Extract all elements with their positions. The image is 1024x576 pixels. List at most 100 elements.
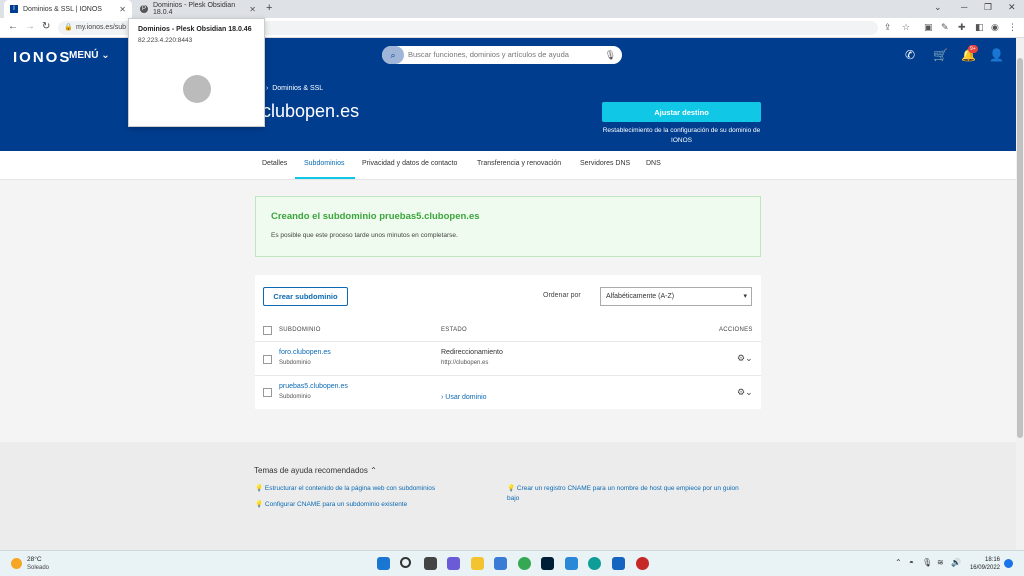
tab-servidores-dns[interactable]: Servidores DNS — [580, 160, 630, 167]
reload-icon[interactable]: ↻ — [42, 21, 50, 32]
close-icon[interactable]: ✕ — [119, 5, 126, 14]
chevron-right-icon: › — [266, 85, 269, 92]
microphone-icon[interactable]: 🎙 — [922, 558, 932, 567]
status-target: http://clubopen.es — [441, 360, 489, 366]
chevron-up-icon[interactable]: ⌃ — [895, 558, 902, 567]
help-link[interactable]: 💡 Crear un registro CNAME para un nombre… — [507, 484, 747, 504]
star-icon[interactable]: ☆ — [902, 22, 910, 33]
tab-privacidad[interactable]: Privacidad y datos de contacto — [362, 160, 457, 167]
clock[interactable]: 18:16 16/09/2022 — [966, 556, 1000, 572]
select-all-checkbox[interactable] — [263, 326, 272, 335]
microphone-icon[interactable]: 🎙 — [605, 46, 616, 64]
usar-dominio-label: Usar dominio — [445, 394, 487, 401]
scrollbar-thumb[interactable] — [1017, 58, 1023, 438]
usar-dominio-link[interactable]: › Usar dominio — [441, 394, 487, 401]
profile-icon[interactable]: ◉ — [991, 22, 999, 33]
subdomain-link[interactable]: pruebas5.clubopen.es — [279, 383, 348, 390]
sort-value: Alfabéticamente (A-Z) — [606, 293, 675, 300]
back-icon[interactable]: ← — [8, 21, 18, 32]
restablecer-link[interactable]: Restablecimiento de la configuración de … — [602, 126, 761, 146]
close-window-icon[interactable]: ✕ — [1008, 2, 1016, 13]
recorder-icon[interactable] — [636, 557, 649, 570]
help-title[interactable]: Temas de ayuda recomendados ⌃ — [254, 466, 377, 475]
subdomain-type: Subdominio — [279, 360, 311, 366]
row-checkbox[interactable] — [263, 355, 272, 364]
tab-dns[interactable]: DNS — [646, 160, 661, 167]
hover-card-address: 82.223.4.220:8443 — [138, 37, 193, 44]
clock-date: 16/09/2022 — [969, 565, 1000, 571]
gear-icon[interactable]: ⚙⌄ — [737, 387, 753, 398]
sidebar-icon[interactable]: ◧ — [975, 22, 984, 33]
tab-ionos[interactable]: I Dominios & SSL | IONOS ✕ — [4, 0, 132, 18]
restore-icon[interactable]: ❐ — [984, 2, 992, 13]
subdomain-link[interactable]: foro.clubopen.es — [279, 349, 331, 356]
store-icon[interactable] — [494, 557, 507, 570]
sun-icon[interactable] — [11, 558, 22, 569]
user-icon[interactable]: 👤 — [989, 48, 1004, 62]
chat-icon[interactable] — [447, 557, 460, 570]
forward-icon[interactable]: → — [25, 21, 35, 32]
help-link[interactable]: 💡 Estructurar el contenido de la página … — [255, 484, 495, 494]
page-title: clubopen.es — [262, 101, 360, 121]
ajustar-destino-button[interactable]: Ajustar destino — [602, 102, 761, 122]
crear-subdominio-button[interactable]: Crear subdominio — [263, 287, 348, 306]
chevron-down-icon: ⌄ — [101, 50, 110, 61]
photoshop-icon[interactable] — [541, 557, 554, 570]
app-icon[interactable] — [612, 557, 625, 570]
breadcrumb-label: Dominios & SSL — [272, 85, 324, 92]
calculator-icon[interactable] — [565, 557, 578, 570]
minimize-icon[interactable]: ─ — [961, 2, 967, 12]
subdomain-type: Subdominio — [279, 394, 311, 400]
notice-title: Creando el subdominio pruebas5.clubopen.… — [271, 211, 480, 222]
search-placeholder: Buscar funciones, dominios y artículos d… — [408, 50, 569, 59]
sort-select[interactable]: Alfabéticamente (A-Z) ▾ — [600, 287, 752, 306]
browser-tab-strip: I Dominios & SSL | IONOS ✕ P Dominios - … — [0, 0, 1024, 18]
volume-icon[interactable]: 🔊 — [951, 558, 961, 567]
success-notice: Creando el subdominio pruebas5.clubopen.… — [255, 196, 761, 257]
file-explorer-icon[interactable] — [471, 557, 484, 570]
menu-button[interactable]: MENÚ ⌄ — [69, 50, 110, 61]
globe-icon — [183, 75, 211, 103]
extension-icon[interactable]: ▣ — [924, 22, 933, 33]
help-title-label: Temas de ayuda recomendados — [254, 466, 368, 475]
more-icon[interactable]: ⋮ — [1008, 22, 1017, 33]
new-tab-icon[interactable]: + — [266, 2, 272, 14]
row-divider — [255, 341, 761, 342]
chrome-icon[interactable] — [518, 557, 531, 570]
ionos-logo[interactable]: IONOS — [13, 49, 71, 66]
row-checkbox[interactable] — [263, 388, 272, 397]
notification-badge: 9+ — [968, 45, 978, 53]
notification-icon[interactable] — [1004, 559, 1013, 568]
lock-icon: 🔒 — [64, 24, 73, 31]
close-icon[interactable]: ✕ — [249, 5, 256, 14]
edge-icon[interactable] — [588, 557, 601, 570]
lightbulb-icon: 💡 — [507, 485, 516, 492]
wifi-icon[interactable]: ≋ — [937, 558, 944, 567]
chevron-down-icon[interactable]: ⌄ — [934, 2, 942, 13]
help-link[interactable]: 💡 Configurar CNAME para un subdominio ex… — [255, 500, 495, 510]
windows-start-icon[interactable] — [377, 557, 390, 570]
page-scrollbar[interactable] — [1016, 38, 1024, 550]
cart-icon[interactable]: 🛒 — [933, 48, 948, 62]
status-text: Redireccionamiento — [441, 349, 503, 356]
column-header-subdominio[interactable]: SUBDOMINIO — [279, 327, 321, 333]
tab-detalles[interactable]: Detalles — [262, 160, 287, 167]
search-input[interactable]: ⌕ Buscar funciones, dominios y artículos… — [382, 46, 622, 64]
puzzle-icon[interactable]: ✚ — [958, 22, 966, 33]
search-icon[interactable] — [400, 557, 411, 568]
chevron-up-icon: ⌃ — [370, 466, 377, 475]
breadcrumb[interactable]: › Dominios & SSL — [266, 85, 323, 92]
tab-plesk[interactable]: P Dominios - Plesk Obsidian 18.0.4 ✕ — [134, 0, 262, 18]
search-icon[interactable]: ⌕ — [382, 46, 404, 64]
chevron-right-icon: › — [441, 394, 444, 401]
subnav-tabs: Detalles Subdominios Privacidad y datos … — [0, 151, 1016, 180]
task-view-icon[interactable] — [424, 557, 437, 570]
phone-icon[interactable]: ✆ — [905, 48, 915, 62]
tab-subdominios[interactable]: Subdominios — [304, 160, 344, 167]
tab-transferencia[interactable]: Transferencia y renovación — [477, 160, 561, 167]
notice-text: Es posible que este proceso tarde unos m… — [271, 232, 458, 239]
network-icon[interactable]: ◓ — [909, 558, 914, 567]
share-icon[interactable]: ⇪ — [884, 22, 892, 33]
gear-icon[interactable]: ⚙⌄ — [737, 353, 753, 364]
pen-icon[interactable]: ✎ — [941, 22, 949, 33]
